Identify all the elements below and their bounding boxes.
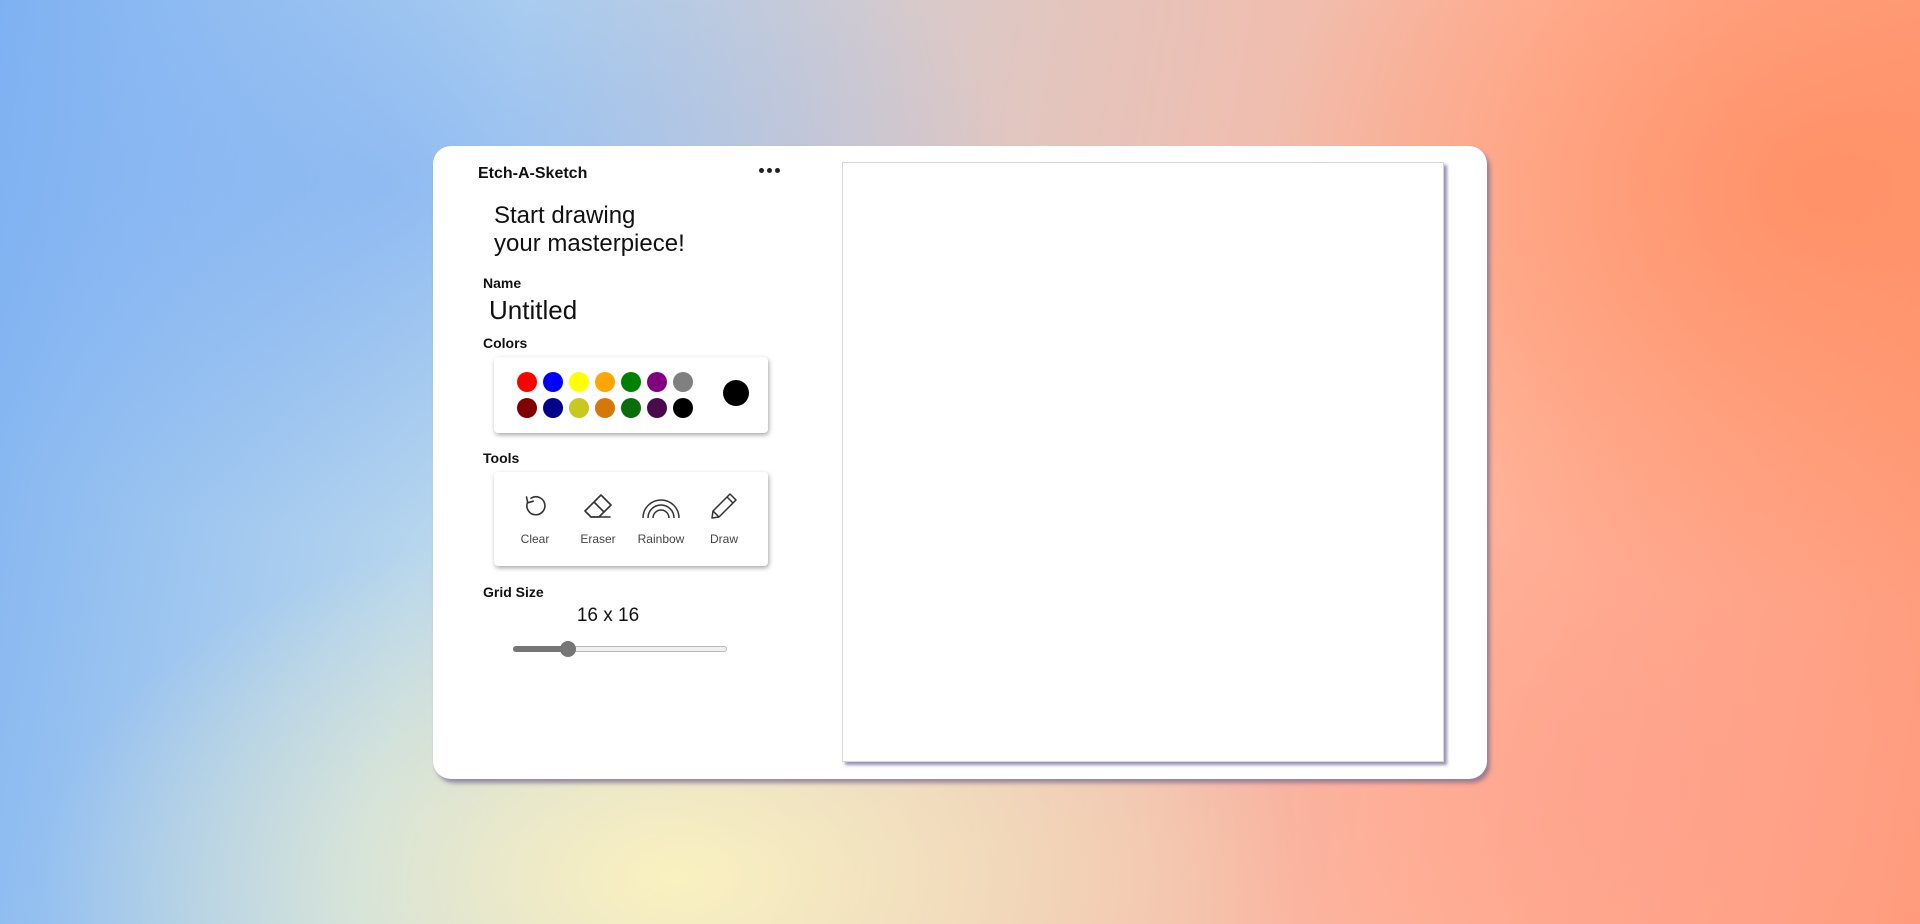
tools-panel: Clear Eraser Rainbow Draw [494,472,768,566]
more-horizontal-icon-dot [774,167,780,173]
clear-tool-label: Clear [520,532,550,546]
grid-size-label: Grid Size [483,584,544,600]
color-swatch[interactable] [517,398,537,418]
rainbow-icon [642,499,680,519]
color-swatch[interactable] [647,398,667,418]
color-swatch[interactable] [647,372,667,392]
draw-tool-button[interactable]: Draw [694,492,754,546]
slider-thumb[interactable] [560,641,577,657]
clear-tool-button[interactable]: Clear [505,492,565,546]
grid-size-value: 16 x 16 [576,605,640,626]
pencil-icon [711,493,737,519]
color-swatch[interactable] [673,398,693,418]
color-swatch[interactable] [595,398,615,418]
more-horizontal-icon [758,167,764,173]
colors-label: Colors [483,335,528,351]
rainbow-tool-label: Rainbow [637,532,685,546]
eraser-tool-button[interactable]: Eraser [568,492,628,546]
color-swatch[interactable] [543,398,563,418]
color-swatch[interactable] [569,372,589,392]
rainbow-tool-button[interactable]: Rainbow [631,492,691,546]
etch-a-sketch-card: Etch-A-Sketch Start drawing your masterp… [433,146,1487,779]
refresh-icon [525,495,546,516]
more-horizontal-icon-dot [766,167,772,173]
eraser-icon [584,494,612,518]
headline-line-1: Start drawing [494,202,636,229]
eraser-tool-label: Eraser [580,532,616,546]
color-swatch[interactable] [621,398,641,418]
more-options-button[interactable] [755,160,783,180]
tools-label: Tools [483,450,520,466]
name-input[interactable] [485,294,753,326]
draw-tool-label: Draw [709,532,738,546]
name-label: Name [483,275,522,291]
drawing-canvas[interactable] [842,162,1444,762]
color-swatch[interactable] [621,372,641,392]
swatch-grid [517,372,693,418]
headline: Start drawing your masterpiece! [494,202,754,258]
current-color-swatch[interactable] [723,380,749,406]
color-swatch[interactable] [673,372,693,392]
control-panel: Etch-A-Sketch Start drawing your masterp… [433,146,803,779]
color-swatch[interactable] [569,398,589,418]
grid-size-slider[interactable] [513,639,727,659]
colors-palette [494,357,768,433]
color-swatch[interactable] [517,372,537,392]
headline-line-2: your masterpiece! [494,230,685,257]
app-title: Etch-A-Sketch [478,165,588,182]
color-swatch[interactable] [595,372,615,392]
color-swatch[interactable] [543,372,563,392]
